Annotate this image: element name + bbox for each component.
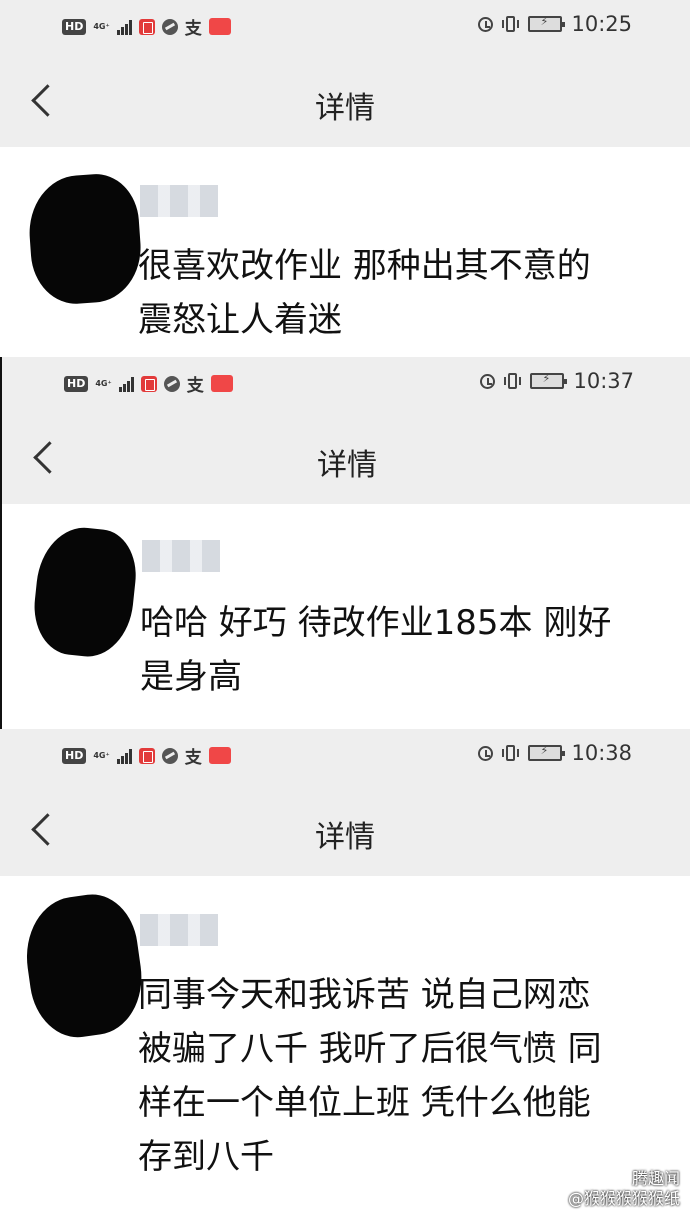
alipay-icon: 支 (184, 748, 202, 768)
battery-icon (530, 372, 568, 389)
book-icon (140, 375, 157, 392)
page-title: 详情 (315, 820, 375, 855)
vibrate-icon (502, 16, 520, 32)
alarm-icon (480, 373, 496, 389)
alarm-icon (478, 745, 494, 761)
page-title: 详情 (317, 448, 377, 483)
watermark-line-1: 腾趣闻 (631, 1169, 680, 1188)
book-icon (138, 747, 155, 764)
alipay-icon: 支 (184, 19, 202, 39)
hd-icon: HD (62, 747, 87, 764)
avatar (29, 523, 141, 661)
message-text: 很喜欢改作业 那种出其不意的 震怒让人着迷 (138, 246, 591, 340)
network-label: 4G⁺ (93, 751, 110, 760)
message-item: 哈哈 好巧 待改作业185本 刚好 是身高 (2, 504, 690, 729)
screenshot-panel-1: HD 4G⁺ 支 10:25 详情 很喜欢改作业 那种出其不意的 震怒让人着迷 (0, 0, 690, 357)
alarm-icon (478, 16, 494, 32)
battery-icon (528, 15, 566, 32)
globe-icon (161, 18, 178, 35)
message-item: 同事今天和我诉苦 说自己网恋 被骗了八千 我听了后很气愤 同 样在一个单位上班 … (0, 876, 690, 1211)
vibrate-icon (502, 745, 520, 761)
username-blurred (140, 914, 218, 946)
hd-icon: HD (62, 18, 87, 35)
page-title: 详情 (315, 91, 375, 126)
nav-bar: 详情 (2, 412, 690, 504)
username-blurred (140, 185, 218, 217)
network-label: 4G⁺ (93, 22, 110, 31)
nav-bar: 详情 (0, 55, 690, 147)
vibrate-icon (504, 373, 522, 389)
hd-icon: HD (64, 375, 89, 392)
network-label: 4G⁺ (95, 379, 112, 388)
message-text: 同事今天和我诉苦 说自己网恋 被骗了八千 我听了后很气愤 同 样在一个单位上班 … (138, 975, 602, 1177)
app-icon (208, 18, 231, 35)
status-time: 10:37 (573, 369, 634, 393)
screenshot-panel-3: HD 4G⁺ 支 10:38 详情 同事今天和我诉苦 说自己网恋 被骗了八千 我… (0, 729, 690, 1211)
avatar (25, 171, 145, 307)
book-icon (138, 18, 155, 35)
globe-icon (161, 747, 178, 764)
message-item: 很喜欢改作业 那种出其不意的 震怒让人着迷 (0, 147, 690, 357)
signal-icon (116, 748, 132, 764)
signal-icon (118, 376, 134, 392)
watermark: 腾趣闻 @猴猴猴猴猴纸 (568, 1169, 680, 1209)
status-time: 10:25 (571, 12, 632, 36)
globe-icon (163, 375, 180, 392)
app-icon (208, 747, 231, 764)
status-time: 10:38 (571, 741, 632, 765)
screenshot-panel-2: HD 4G⁺ 支 10:37 详情 哈哈 好巧 待改作业185本 刚好 是身高 (0, 357, 690, 729)
app-icon (210, 375, 233, 392)
message-text: 哈哈 好巧 待改作业185本 刚好 是身高 (140, 603, 612, 697)
watermark-line-2: @猴猴猴猴猴纸 (567, 1189, 680, 1208)
status-bar: HD 4G⁺ 支 10:38 (0, 729, 690, 784)
avatar (18, 888, 150, 1044)
alipay-icon: 支 (186, 376, 204, 396)
battery-icon (528, 744, 566, 761)
signal-icon (116, 19, 132, 35)
status-bar: HD 4G⁺ 支 10:25 (0, 0, 690, 55)
nav-bar: 详情 (0, 784, 690, 876)
status-bar: HD 4G⁺ 支 10:37 (2, 357, 690, 412)
username-blurred (142, 540, 220, 572)
